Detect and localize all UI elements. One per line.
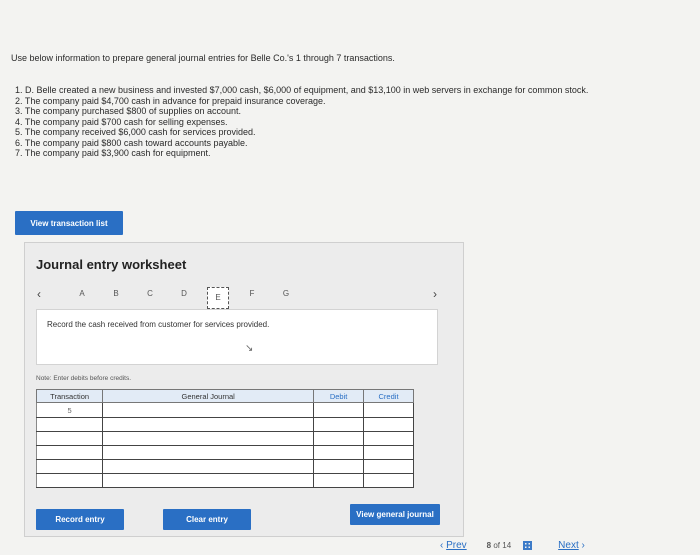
pagination: ‹ Prev 8 of 14 Next › [440, 540, 585, 551]
record-entry-button[interactable]: Record entry [36, 509, 124, 530]
column-header-debit: Debit [313, 389, 365, 403]
tab-g[interactable]: G [269, 287, 303, 309]
column-header-general-journal: General Journal [102, 389, 315, 403]
worksheet-title: Journal entry worksheet [36, 257, 187, 272]
prev-link[interactable]: Prev [446, 540, 467, 551]
debit-input[interactable] [313, 402, 365, 418]
column-header-credit: Credit [363, 389, 414, 403]
debit-input[interactable] [313, 445, 365, 460]
debit-input[interactable] [313, 417, 365, 432]
table-row [35, 445, 414, 460]
credit-input[interactable] [363, 473, 414, 488]
table-row [35, 459, 414, 474]
next-link[interactable]: Next [558, 540, 579, 551]
tab-c[interactable]: C [133, 287, 167, 309]
account-input[interactable] [102, 445, 315, 460]
column-header-transaction: Transaction [35, 389, 104, 403]
table-row [35, 417, 414, 432]
transaction-number-cell [35, 473, 104, 488]
journal-table: Transaction General Journal Debit Credit… [35, 389, 414, 488]
account-input[interactable] [102, 459, 315, 474]
account-input[interactable] [102, 473, 315, 488]
account-input[interactable] [102, 417, 315, 432]
tab-a[interactable]: A [65, 287, 99, 309]
debit-input[interactable] [313, 459, 365, 474]
tab-e[interactable]: E [207, 287, 229, 309]
intro-text: Use below information to prepare general… [11, 53, 395, 63]
page-total: of 14 [493, 541, 512, 550]
table-row: 5 [35, 402, 414, 418]
transaction-item: 3. The company purchased $800 of supplie… [15, 106, 241, 116]
chevron-right-icon[interactable]: › [579, 540, 584, 551]
credit-input[interactable] [363, 431, 414, 446]
journal-entry-worksheet: Journal entry worksheet ‹ A B C D E F G … [24, 242, 464, 537]
table-row [35, 473, 414, 488]
credit-input[interactable] [363, 445, 414, 460]
transaction-item: 6. The company paid $800 cash toward acc… [15, 137, 248, 148]
transaction-item: 7. The company paid $3,900 cash for equi… [15, 148, 211, 158]
transaction-number-cell [35, 459, 104, 474]
view-transaction-list-button[interactable]: View transaction list [15, 211, 123, 235]
credit-input[interactable] [363, 459, 414, 474]
credit-input[interactable] [363, 417, 414, 432]
transaction-item: 2. The company paid $4,700 cash in advan… [15, 95, 326, 106]
transaction-number-cell: 5 [35, 402, 104, 418]
account-input[interactable] [102, 402, 315, 418]
current-page: 8 [486, 541, 492, 550]
tab-d[interactable]: D [167, 287, 201, 309]
instruction-text: Record the cash received from customer f… [47, 320, 270, 329]
transaction-item: 1. D. Belle created a new business and i… [15, 85, 589, 95]
transaction-list: 1. D. Belle created a new business and i… [14, 85, 614, 159]
clear-entry-button[interactable]: Clear entry [163, 509, 251, 530]
grid-icon[interactable] [523, 541, 533, 550]
view-general-journal-button[interactable]: View general journal [350, 504, 440, 525]
account-input[interactable] [102, 431, 315, 446]
chevron-left-icon[interactable]: ‹ [37, 287, 41, 301]
transaction-number-cell [35, 445, 104, 460]
transaction-item: 4. The company paid $700 cash for sellin… [15, 116, 228, 127]
note-text: Note: Enter debits before credits. [36, 375, 132, 382]
transaction-number-cell [35, 417, 104, 432]
cursor-icon: ↘ [245, 343, 254, 354]
instruction-box: Record the cash received from customer f… [36, 309, 438, 365]
tab-f[interactable]: F [235, 287, 269, 309]
credit-input[interactable] [363, 402, 414, 418]
transaction-number-cell [35, 431, 104, 446]
page-number: 8 of 14 [487, 541, 511, 550]
worksheet-tabs: A B C D E F G [65, 287, 303, 309]
debit-input[interactable] [313, 473, 365, 488]
table-row [35, 431, 414, 446]
transaction-item: 5. The company received $6,000 cash for … [15, 127, 256, 137]
tab-b[interactable]: B [99, 287, 133, 309]
chevron-right-icon[interactable]: › [433, 287, 437, 301]
debit-input[interactable] [313, 431, 365, 446]
